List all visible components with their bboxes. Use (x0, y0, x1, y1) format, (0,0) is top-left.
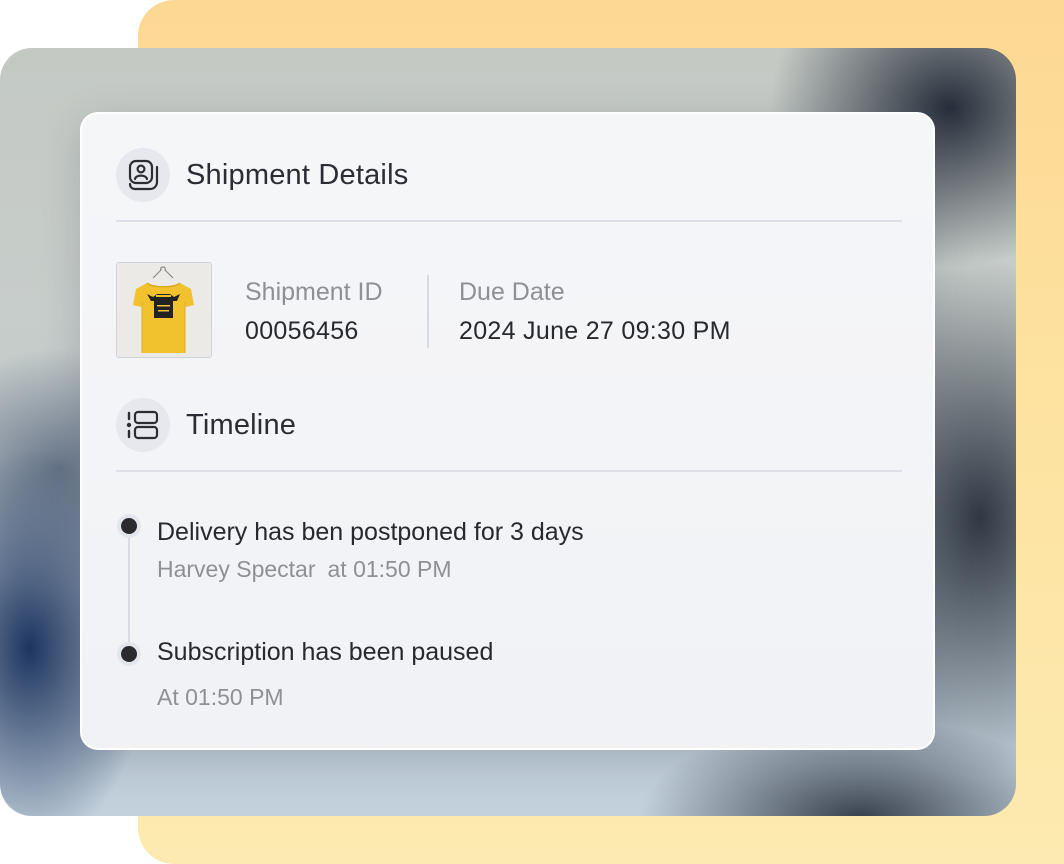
shipment-details-title: Shipment Details (186, 158, 409, 191)
timeline-divider (116, 470, 902, 472)
shipment-details-header: Shipment Details (116, 148, 408, 202)
timeline-event-title: Delivery has ben postponed for 3 days (157, 518, 584, 546)
shipment-divider (116, 220, 902, 222)
timeline-event-author: Harvey Spectar (157, 556, 316, 582)
package-icon (116, 148, 170, 202)
shipment-id-label: Shipment ID (245, 278, 383, 306)
due-date-value: 2024 June 27 09:30 PM (459, 317, 731, 345)
timeline-event-title: Subscription has been paused (157, 638, 494, 666)
shipment-id-value: 00056456 (245, 317, 359, 345)
timeline-dot (121, 518, 137, 534)
timeline-event-time: At 01:50 PM (157, 684, 284, 710)
timeline-header: Timeline (116, 398, 296, 452)
timeline-connector (128, 526, 130, 654)
shipment-card: Shipment Details Shipment ID 00056456 Du… (80, 112, 935, 750)
timeline-event-time: at 01:50 PM (327, 556, 452, 582)
info-separator (427, 275, 429, 348)
product-image (116, 262, 212, 358)
timeline-event-meta: Harvey Spectar at 01:50 PM (157, 556, 452, 583)
timeline-title: Timeline (186, 408, 297, 441)
timeline-list-icon (116, 398, 170, 452)
timeline-dot (121, 646, 137, 662)
due-date-label: Due Date (459, 278, 565, 306)
